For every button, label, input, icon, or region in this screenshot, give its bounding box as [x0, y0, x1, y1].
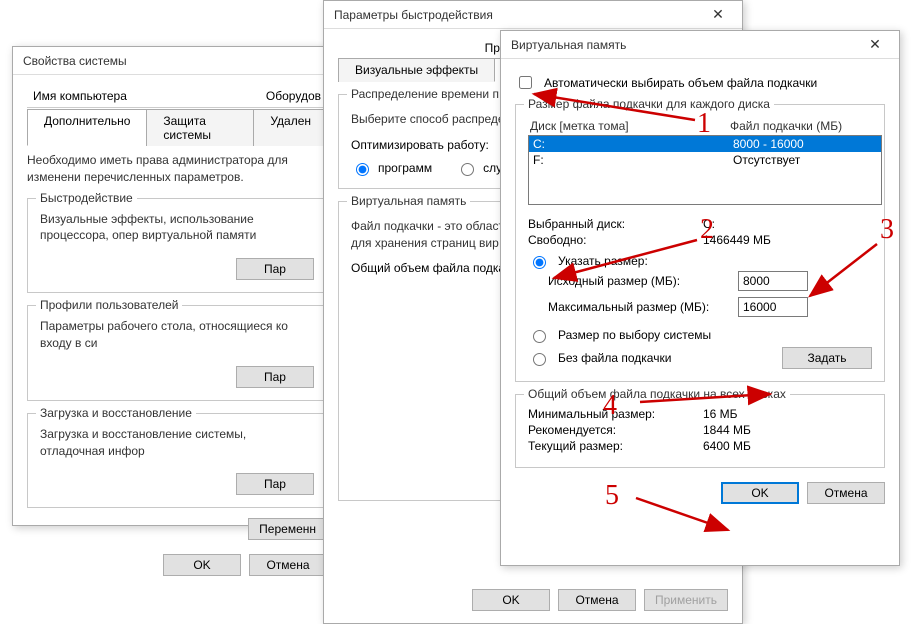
totals-title: Общий объем файла подкачки на всех диска… — [524, 387, 790, 401]
performance-group-title: Быстродействие — [36, 191, 137, 205]
radio-custom-size[interactable]: Указать размер: — [528, 253, 872, 269]
performance-options-title: Параметры быстродействия — [334, 8, 698, 22]
perfopts-ok-button[interactable]: OK — [472, 589, 550, 611]
tab-visual-effects[interactable]: Визуальные эффекты — [338, 58, 495, 82]
perfopts-cancel-button[interactable]: Отмена — [558, 589, 636, 611]
vm-cancel-button[interactable]: Отмена — [807, 482, 885, 504]
min-size-label: Минимальный размер: — [528, 407, 703, 421]
performance-group: Быстродействие Визуальные эффекты, испол… — [27, 198, 327, 294]
env-vars-button[interactable]: Переменн — [248, 518, 327, 540]
vm-group-title: Виртуальная память — [347, 194, 470, 208]
startup-settings-button[interactable]: Пар — [236, 473, 314, 495]
profiles-group: Профили пользователей Параметры рабочего… — [27, 305, 327, 401]
selected-drive-value: C: — [703, 217, 872, 231]
radio-no-paging[interactable]: Без файла подкачки — [528, 350, 782, 366]
set-button[interactable]: Задать — [782, 347, 872, 369]
radio-programs[interactable]: программ — [351, 160, 432, 176]
drive-row-f[interactable]: F: Отсутствует — [529, 152, 881, 168]
current-size-value: 6400 МБ — [703, 439, 872, 453]
tab-advanced[interactable]: Дополнительно — [27, 109, 147, 146]
tab-protection[interactable]: Защита системы — [146, 109, 254, 146]
radio-system-managed[interactable]: Размер по выбору системы — [528, 327, 872, 343]
initial-size-input[interactable] — [738, 271, 808, 291]
close-icon[interactable]: ✕ — [698, 6, 738, 23]
profiles-settings-button[interactable]: Пар — [236, 366, 314, 388]
free-space-value: 1466449 МБ — [703, 233, 872, 247]
sysprops-cancel-button[interactable]: Отмена — [249, 554, 327, 576]
startup-group: Загрузка и восстановление Загрузка и вос… — [27, 413, 327, 509]
performance-settings-button[interactable]: Пар — [236, 258, 314, 280]
virtual-memory-dialog: Виртуальная память ✕ Автоматически выбир… — [500, 30, 900, 566]
current-size-label: Текущий размер: — [528, 439, 703, 453]
per-drive-title: Размер файла подкачки для каждого диска — [524, 97, 774, 111]
sysprops-ok-button[interactable]: OK — [163, 554, 241, 576]
totals-group: Общий объем файла подкачки на всех диска… — [515, 394, 885, 468]
vm-ok-button[interactable]: OK — [721, 482, 799, 504]
perfopts-apply-button[interactable]: Применить — [644, 589, 728, 611]
recommended-label: Рекомендуется: — [528, 423, 703, 437]
max-size-input[interactable] — [738, 297, 808, 317]
recommended-value: 1844 МБ — [703, 423, 872, 437]
profiles-group-title: Профили пользователей — [36, 298, 182, 312]
drive-header: Диск [метка тома] — [530, 119, 730, 133]
tab-remote[interactable]: Удален — [253, 109, 328, 146]
pagefile-header: Файл подкачки (МБ) — [730, 119, 870, 133]
startup-group-title: Загрузка и восстановление — [36, 406, 196, 420]
close-icon[interactable]: ✕ — [855, 36, 895, 53]
scheduling-title: Распределение времени п — [347, 87, 503, 101]
vm-titlebar: Виртуальная память ✕ — [501, 31, 899, 59]
admin-note: Необходимо иметь права администратора дл… — [27, 152, 327, 186]
free-space-label: Свободно: — [528, 233, 703, 247]
label-hardware: Оборудов — [266, 89, 321, 103]
performance-desc: Визуальные эффекты, использование процес… — [40, 211, 314, 245]
startup-desc: Загрузка и восстановление системы, отлад… — [40, 426, 314, 460]
profiles-desc: Параметры рабочего стола, относящиеся ко… — [40, 318, 314, 352]
system-properties-dialog: Свойства системы Имя компьютера Оборудов… — [12, 46, 342, 526]
performance-options-titlebar: Параметры быстродействия ✕ — [324, 1, 742, 29]
selected-drive-label: Выбранный диск: — [528, 217, 703, 231]
system-properties-titlebar: Свойства системы — [13, 47, 341, 75]
auto-manage-checkbox[interactable]: Автоматически выбирать объем файла подка… — [515, 73, 885, 92]
drive-row-c[interactable]: C: 8000 - 16000 — [529, 136, 881, 152]
max-size-label: Максимальный размер (МБ): — [548, 300, 738, 314]
vm-title: Виртуальная память — [511, 38, 855, 52]
initial-size-label: Исходный размер (МБ): — [548, 274, 738, 288]
label-computer-name: Имя компьютера — [33, 89, 127, 103]
per-drive-group: Размер файла подкачки для каждого диска … — [515, 104, 885, 382]
drive-list[interactable]: C: 8000 - 16000 F: Отсутствует — [528, 135, 882, 205]
system-properties-title: Свойства системы — [23, 54, 337, 68]
min-size-value: 16 МБ — [703, 407, 872, 421]
